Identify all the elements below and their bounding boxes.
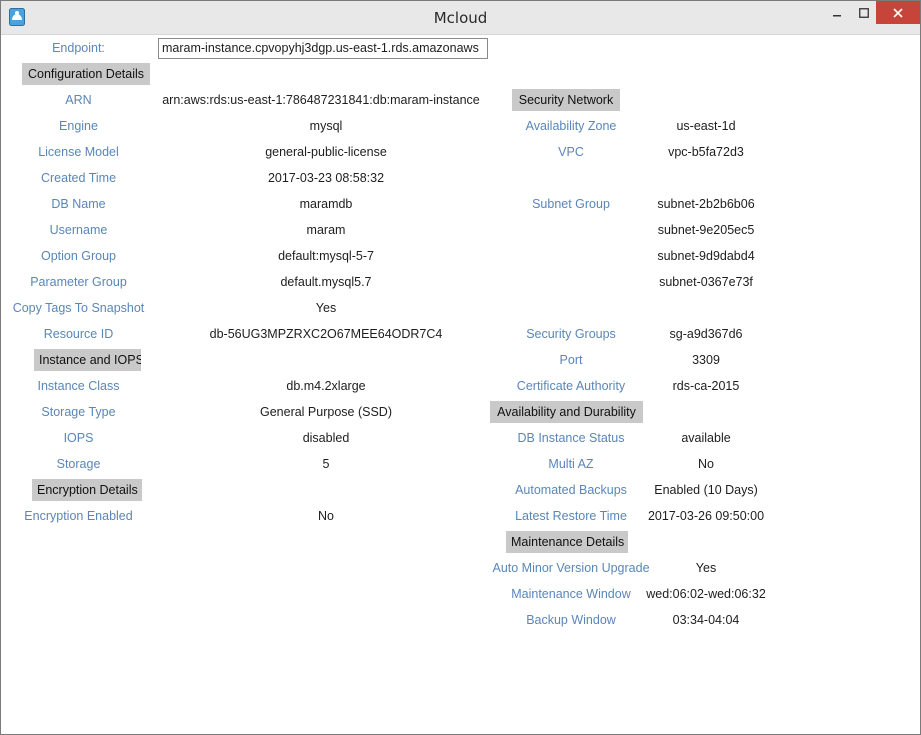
subnet-value: subnet-0367e73f (659, 275, 753, 289)
latest-restore-time-value: 2017-03-26 09:50:00 (647, 509, 765, 523)
arn-value: arn:aws:rds:us-east-1:786487231841:db:ma… (162, 93, 480, 107)
close-icon (893, 3, 903, 22)
db-name-value: maramdb (299, 197, 353, 211)
storage-label: Storage (56, 457, 101, 471)
parameter-group-label: Parameter Group (30, 275, 127, 289)
copy-tags-value: Yes (315, 301, 337, 315)
detail-row: Created Time 2017-03-23 08:58:32 (1, 165, 920, 191)
maximize-button[interactable] (851, 1, 877, 24)
detail-row: Instance and IOPS Port 3309 (1, 347, 920, 373)
detail-row: Auto Minor Version Upgrade Yes (1, 555, 920, 581)
instance-class-label: Instance Class (37, 379, 120, 393)
engine-label: Engine (59, 119, 98, 133)
close-button[interactable] (876, 1, 920, 24)
username-value: maram (306, 223, 346, 237)
detail-row: Backup Window 03:34-04:04 (1, 607, 920, 633)
multi-az-value: No (698, 457, 714, 471)
security-groups-value: sg-a9d367d6 (669, 327, 743, 341)
minimize-icon (832, 3, 842, 22)
instance-class-value: db.m4.2xlarge (286, 379, 366, 393)
encryption-enabled-label: Encryption Enabled (24, 509, 133, 523)
detail-row: Storage Type General Purpose (SSD) Avail… (1, 399, 920, 425)
detail-row: Resource ID db-56UG3MPZRXC2O67MEE64ODR7C… (1, 321, 920, 347)
option-group-value: default:mysql-5-7 (278, 249, 374, 263)
port-value: 3309 (692, 353, 720, 367)
subnet-group-value: subnet-2b2b6b06 (657, 197, 755, 211)
automated-backups-value: Enabled (10 Days) (654, 483, 758, 497)
db-instance-status-value: available (681, 431, 731, 445)
encryption-enabled-value: No (318, 509, 334, 523)
detail-row: DB Name maramdb Subnet Group subnet-2b2b… (1, 191, 920, 217)
username-label: Username (49, 223, 108, 237)
detail-row: Copy Tags To Snapshot Yes (1, 295, 920, 321)
app-window: Mcloud Endpoint: maram-instance.cpvopyhj… (0, 0, 921, 735)
detail-row: Engine mysql Availability Zone us-east-1… (1, 113, 920, 139)
encryption-details-header: Encryption Details (32, 479, 142, 501)
detail-row: License Model general-public-license VPC… (1, 139, 920, 165)
subnet-value: subnet-9d9dabd4 (657, 249, 755, 263)
detail-row: Username maram subnet-9e205ec5 (1, 217, 920, 243)
engine-value: mysql (309, 119, 343, 133)
detail-row: Encryption Enabled No Latest Restore Tim… (1, 503, 920, 529)
created-time-label: Created Time (40, 171, 117, 185)
availability-durability-header: Availability and Durability (490, 401, 643, 423)
security-network-header: Security Network (512, 89, 620, 111)
option-group-label: Option Group (40, 249, 117, 263)
maintenance-window-value: wed:06:02-wed:06:32 (646, 587, 766, 601)
maintenance-details-header: Maintenance Details (506, 531, 628, 553)
endpoint-row: Endpoint: maram-instance.cpvopyhj3dgp.us… (1, 35, 920, 61)
availability-zone-value: us-east-1d (676, 119, 736, 133)
detail-row: Option Group default:mysql-5-7 subnet-9d… (1, 243, 920, 269)
parameter-group-value: default.mysql5.7 (280, 275, 372, 289)
minimize-button[interactable] (824, 1, 850, 24)
detail-row: Instance Class db.m4.2xlarge Certificate… (1, 373, 920, 399)
window-title: Mcloud (433, 9, 488, 27)
iops-value: disabled (302, 431, 350, 445)
db-name-label: DB Name (51, 197, 106, 211)
storage-type-value: General Purpose (SSD) (259, 405, 392, 419)
detail-row: Encryption Details Automated Backups Ena… (1, 477, 920, 503)
detail-row: Maintenance Window wed:06:02-wed:06:32 (1, 581, 920, 607)
iops-label: IOPS (63, 431, 94, 445)
storage-type-label: Storage Type (41, 405, 116, 419)
copy-tags-label: Copy Tags To Snapshot (12, 301, 145, 315)
subnet-value: subnet-9e205ec5 (657, 223, 755, 237)
configuration-details-header: Configuration Details (22, 63, 150, 85)
instance-iops-header: Instance and IOPS (34, 349, 141, 371)
detail-row: IOPS disabled DB Instance Status availab… (1, 425, 920, 451)
title-bar[interactable]: Mcloud (1, 1, 920, 35)
detail-row: ARN arn:aws:rds:us-east-1:786487231841:d… (1, 87, 920, 113)
vpc-value: vpc-b5fa72d3 (668, 145, 744, 159)
license-model-label: License Model (38, 145, 119, 159)
certificate-authority-value: rds-ca-2015 (672, 379, 740, 393)
backup-window-value: 03:34-04:04 (672, 613, 740, 627)
license-model-value: general-public-license (265, 145, 387, 159)
configuration-header-row: Configuration Details (1, 61, 920, 87)
resource-id-label: Resource ID (43, 327, 114, 341)
auto-minor-version-upgrade-value: Yes (695, 561, 717, 575)
arn-label: ARN (65, 93, 92, 107)
detail-row: Storage 5 Multi AZ No (1, 451, 920, 477)
maximize-icon (859, 3, 869, 22)
details-panel: Endpoint: maram-instance.cpvopyhj3dgp.us… (1, 35, 920, 734)
detail-row: Maintenance Details (1, 529, 920, 555)
created-time-value: 2017-03-23 08:58:32 (267, 171, 385, 185)
endpoint-field[interactable]: maram-instance.cpvopyhj3dgp.us-east-1.rd… (158, 38, 488, 59)
resource-id-value: db-56UG3MPZRXC2O67MEE64ODR7C4 (209, 327, 443, 341)
endpoint-label: Endpoint: (52, 41, 105, 55)
storage-value: 5 (322, 457, 330, 471)
detail-row: Parameter Group default.mysql5.7 subnet-… (1, 269, 920, 295)
